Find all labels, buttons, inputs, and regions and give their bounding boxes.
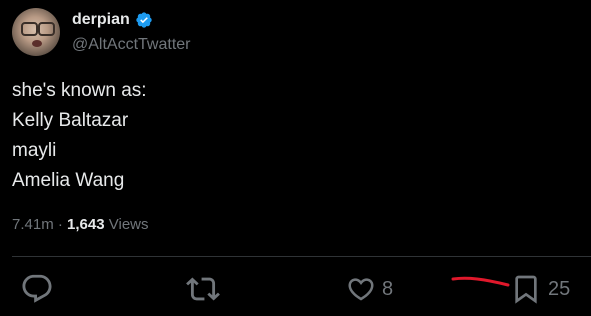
- like-count: 8: [382, 277, 394, 300]
- like-button[interactable]: 8: [346, 271, 393, 307]
- meta-separator: ·: [53, 216, 68, 233]
- tweet-card: derpian @AltAcctTwatter she's known as: …: [0, 0, 591, 316]
- bookmark-button[interactable]: 25: [510, 271, 570, 307]
- avatar-mouth: [32, 40, 42, 47]
- author-display-name[interactable]: derpian: [72, 10, 130, 30]
- retweet-button[interactable]: [186, 271, 220, 307]
- tweet-text: she's known as: Kelly Baltazar mayli Ame…: [12, 76, 147, 196]
- avatar-glasses-left: [21, 22, 38, 36]
- avatar-glasses-right: [38, 22, 55, 36]
- reply-button[interactable]: [20, 271, 54, 307]
- avatar[interactable]: [12, 8, 60, 56]
- tweet-meta: 7.41m · 1,643 Views: [12, 215, 149, 235]
- tweet-line: mayli: [12, 140, 57, 161]
- tweet-line: she's known as:: [12, 80, 147, 101]
- tweet-line: Kelly Baltazar: [12, 110, 129, 131]
- retweet-icon: [186, 277, 220, 301]
- reply-icon: [22, 274, 52, 303]
- bookmark-count: 25: [548, 277, 571, 300]
- tweet-line: Amelia Wang: [12, 170, 125, 191]
- verified-badge-icon: [136, 12, 152, 28]
- views-count: 1,643: [67, 216, 105, 233]
- red-annotation-stroke: [451, 276, 510, 287]
- views-label: Views: [104, 216, 149, 233]
- author-name-row: derpian: [72, 10, 153, 30]
- divider: [12, 256, 591, 257]
- author-handle[interactable]: @AltAcctTwatter: [72, 35, 191, 55]
- bookmark-icon: [515, 275, 537, 304]
- tweet-timestamp[interactable]: 7.41m: [12, 216, 54, 233]
- heart-icon: [348, 278, 374, 301]
